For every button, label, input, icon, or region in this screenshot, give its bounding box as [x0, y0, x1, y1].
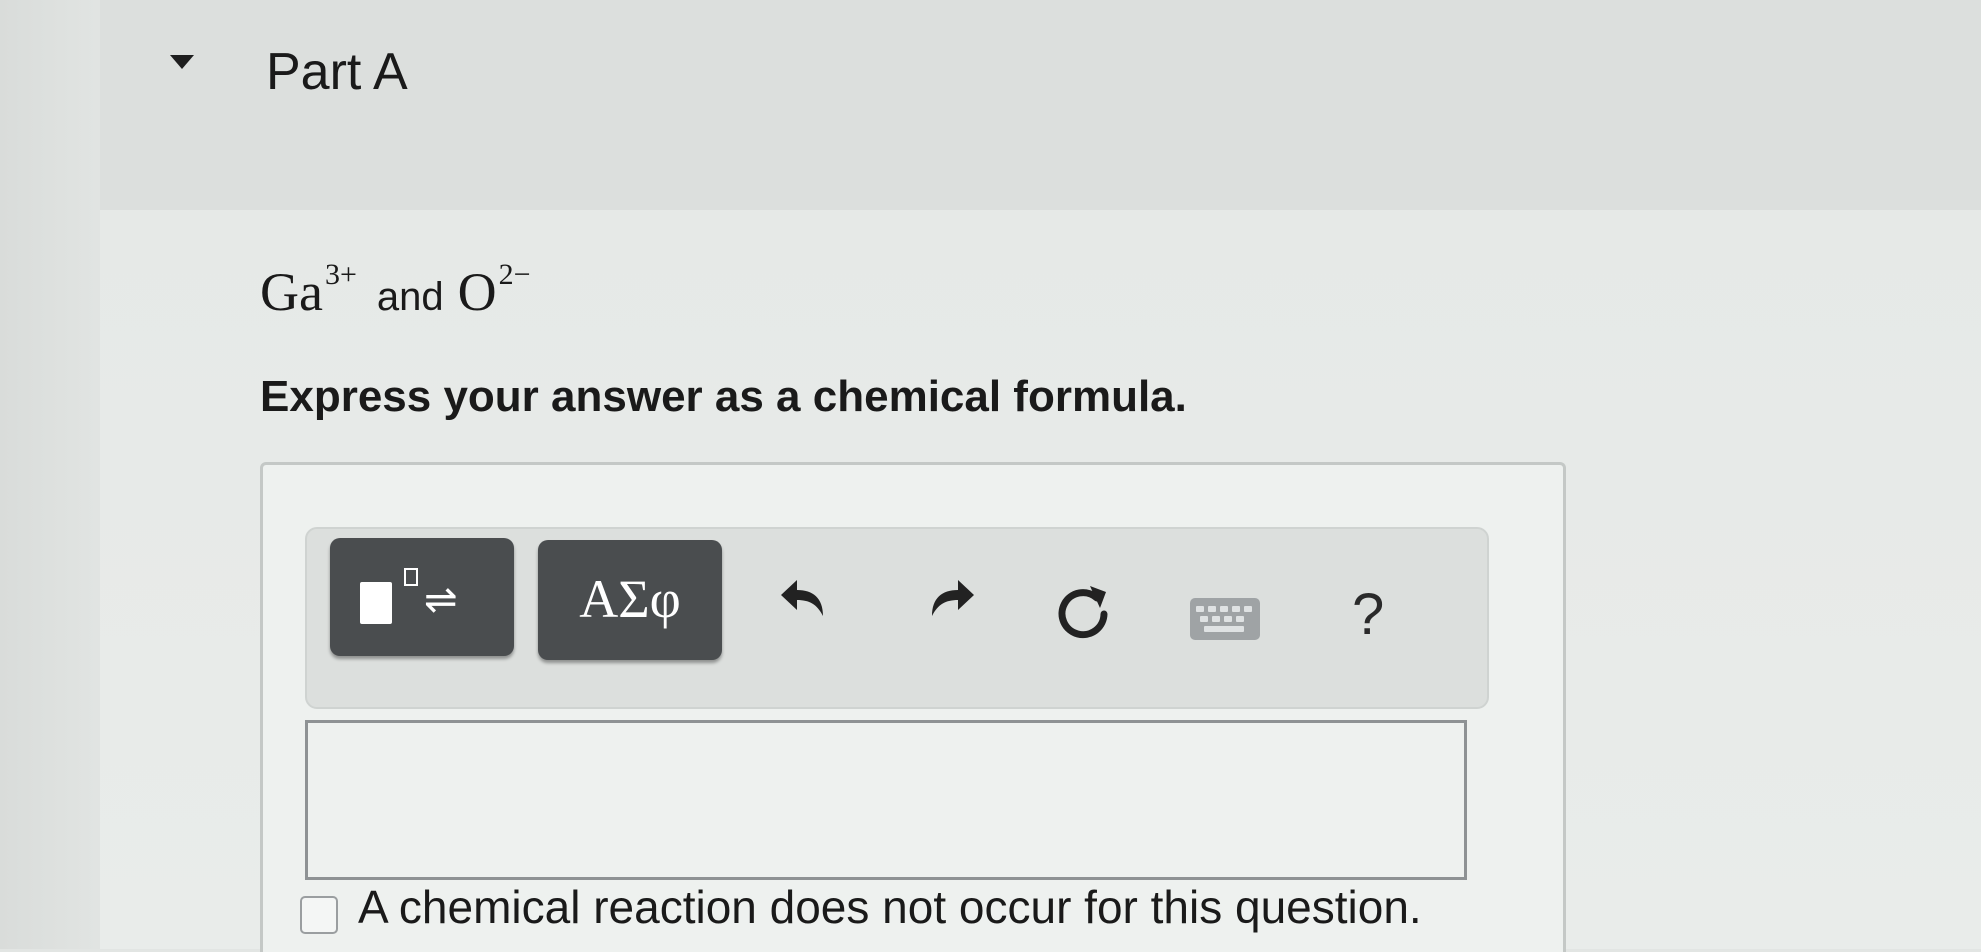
reset-icon[interactable]	[1048, 576, 1118, 646]
part-title: Part A	[266, 43, 408, 101]
template-base-icon	[360, 582, 392, 624]
greek-symbols-label: ΑΣφ	[579, 569, 681, 629]
redo-icon[interactable]	[910, 568, 980, 628]
template-superscript-icon	[404, 568, 418, 586]
question-conjunction: and	[376, 275, 444, 319]
undo-icon[interactable]	[775, 568, 845, 628]
keyboard-icon[interactable]	[1190, 598, 1260, 640]
answer-input[interactable]	[305, 720, 1467, 880]
no-reaction-label[interactable]: A chemical reaction does not occur for t…	[358, 880, 1422, 934]
question-ions: Ga3+ and O2−	[260, 258, 531, 323]
greek-symbols-button[interactable]: ΑΣφ	[538, 540, 722, 660]
no-reaction-checkbox[interactable]	[300, 896, 338, 934]
ion-gallium: Ga	[260, 262, 323, 322]
ion-oxide: O	[457, 262, 497, 322]
collapse-triangle-icon[interactable]	[170, 55, 194, 69]
ion-gallium-charge: 3+	[324, 258, 357, 291]
equilibrium-arrows-icon: ⇌	[424, 577, 458, 623]
answer-instruction: Express your answer as a chemical formul…	[260, 372, 1187, 421]
part-header[interactable]	[100, 0, 1981, 210]
ion-oxide-charge: 2−	[498, 258, 531, 291]
templates-button[interactable]: ⇌	[330, 538, 514, 656]
help-icon[interactable]: ?	[1352, 586, 1384, 644]
